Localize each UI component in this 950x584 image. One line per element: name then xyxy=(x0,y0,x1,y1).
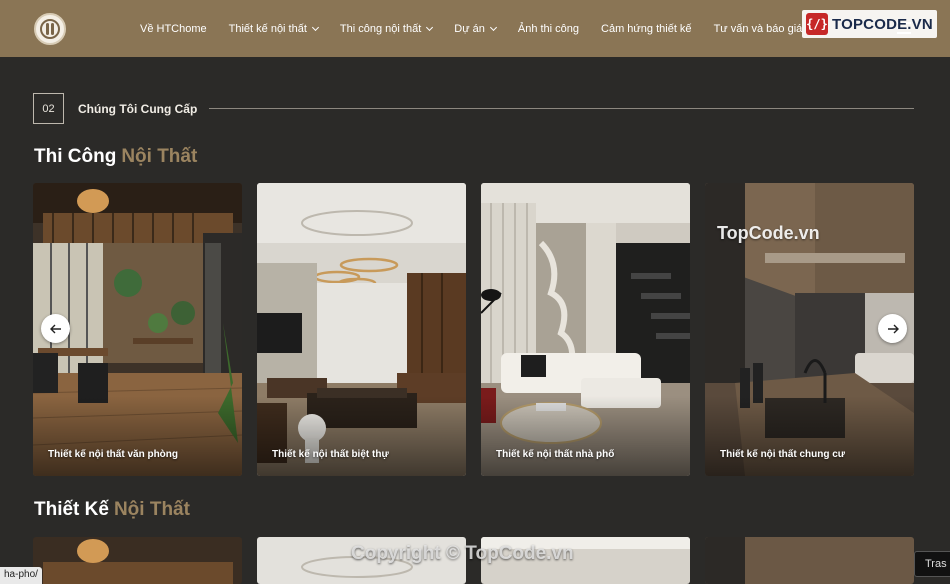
heading-main-text: Thi Công xyxy=(34,146,117,167)
section-divider xyxy=(209,108,914,109)
nav-item-label: Tư vấn và báo giá xyxy=(713,22,803,35)
nav-item-interior-construction[interactable]: Thi công nội thất xyxy=(339,0,434,57)
logo-emblem-icon xyxy=(40,19,60,39)
caption-shade xyxy=(257,396,466,476)
caption-shade xyxy=(33,396,242,476)
section-number: 02 xyxy=(33,93,64,124)
watermark-logo: {/} TOPCODE.VN xyxy=(802,10,937,38)
arrow-left-icon xyxy=(49,324,61,333)
nav-item-label: Về HTChome xyxy=(140,22,207,35)
copyright-watermark: Copyright © TopCode.vn xyxy=(351,543,574,564)
caption-shade xyxy=(705,396,914,476)
office-interior-image xyxy=(33,537,242,584)
arrow-right-icon xyxy=(887,324,899,333)
construction-heading: Thi Công Nội Thất xyxy=(34,146,197,168)
chevron-down-icon xyxy=(311,23,319,31)
heading-accent-text: Nội Thất xyxy=(121,146,198,167)
design-heading: Thiết Kế Nội Thất xyxy=(34,499,190,521)
card-caption: Thiết kế nội thất nhà phố xyxy=(496,449,615,460)
nav-item-design-inspiration[interactable]: Cảm hứng thiết kế xyxy=(601,0,692,57)
watermark-logo-text: TOPCODE.VN xyxy=(832,15,933,33)
heading-accent-text: Nội Thất xyxy=(113,499,190,520)
caption-shade xyxy=(481,396,690,476)
code-brackets-icon: {/} xyxy=(806,13,828,35)
card-caption: Thiết kế nội thất chung cư xyxy=(720,449,846,460)
nav-item-construction-photos[interactable]: Ảnh thi công xyxy=(518,0,579,57)
chevron-down-icon xyxy=(489,23,497,31)
nav-item-label: Cảm hứng thiết kế xyxy=(601,22,692,35)
carousel-prev-button[interactable] xyxy=(41,314,70,343)
nav-item-interior-design[interactable]: Thiết kế nội thất xyxy=(228,0,319,57)
watermark-text: TopCode.vn xyxy=(717,223,820,243)
link-status-bar: ha-pho/ xyxy=(0,567,42,584)
design-card-apartment[interactable] xyxy=(705,537,914,584)
nav-item-label: Thi công nội thất xyxy=(339,22,422,35)
card-caption: Thiết kế nội thất văn phòng xyxy=(48,449,178,460)
service-card-villa[interactable]: Thiết kế nội thất biệt thự xyxy=(257,183,466,476)
card-caption: Thiết kế nội thất biệt thự xyxy=(272,449,389,460)
section-header: 02 Chúng Tôi Cung Cấp xyxy=(33,93,914,124)
nav-item-consulting-quote[interactable]: Tư vấn và báo giá xyxy=(714,0,803,57)
service-card-townhouse[interactable]: Thiết kế nội thất nhà phố xyxy=(481,183,690,476)
site-logo[interactable] xyxy=(34,13,66,45)
nav-item-label: Thiết kế nội thất xyxy=(228,22,307,35)
nav-item-label: Dự án xyxy=(454,22,485,35)
nav-item-label: Ảnh thi công xyxy=(517,22,580,35)
section-title: Chúng Tôi Cung Cấp xyxy=(78,101,198,116)
carousel-next-button[interactable] xyxy=(878,314,907,343)
main-nav: Về HTChome Thiết kế nội thất Thi công nộ… xyxy=(140,0,824,57)
trash-button[interactable]: Tras xyxy=(914,551,950,577)
apartment-interior-image xyxy=(705,537,914,584)
heading-main-text: Thiết Kế xyxy=(34,499,109,520)
chevron-down-icon xyxy=(426,23,434,31)
site-header: Về HTChome Thiết kế nội thất Thi công nộ… xyxy=(0,0,950,57)
nav-item-about[interactable]: Về HTChome xyxy=(140,0,207,57)
nav-item-projects[interactable]: Dự án xyxy=(454,0,497,57)
design-card-office[interactable] xyxy=(33,537,242,584)
